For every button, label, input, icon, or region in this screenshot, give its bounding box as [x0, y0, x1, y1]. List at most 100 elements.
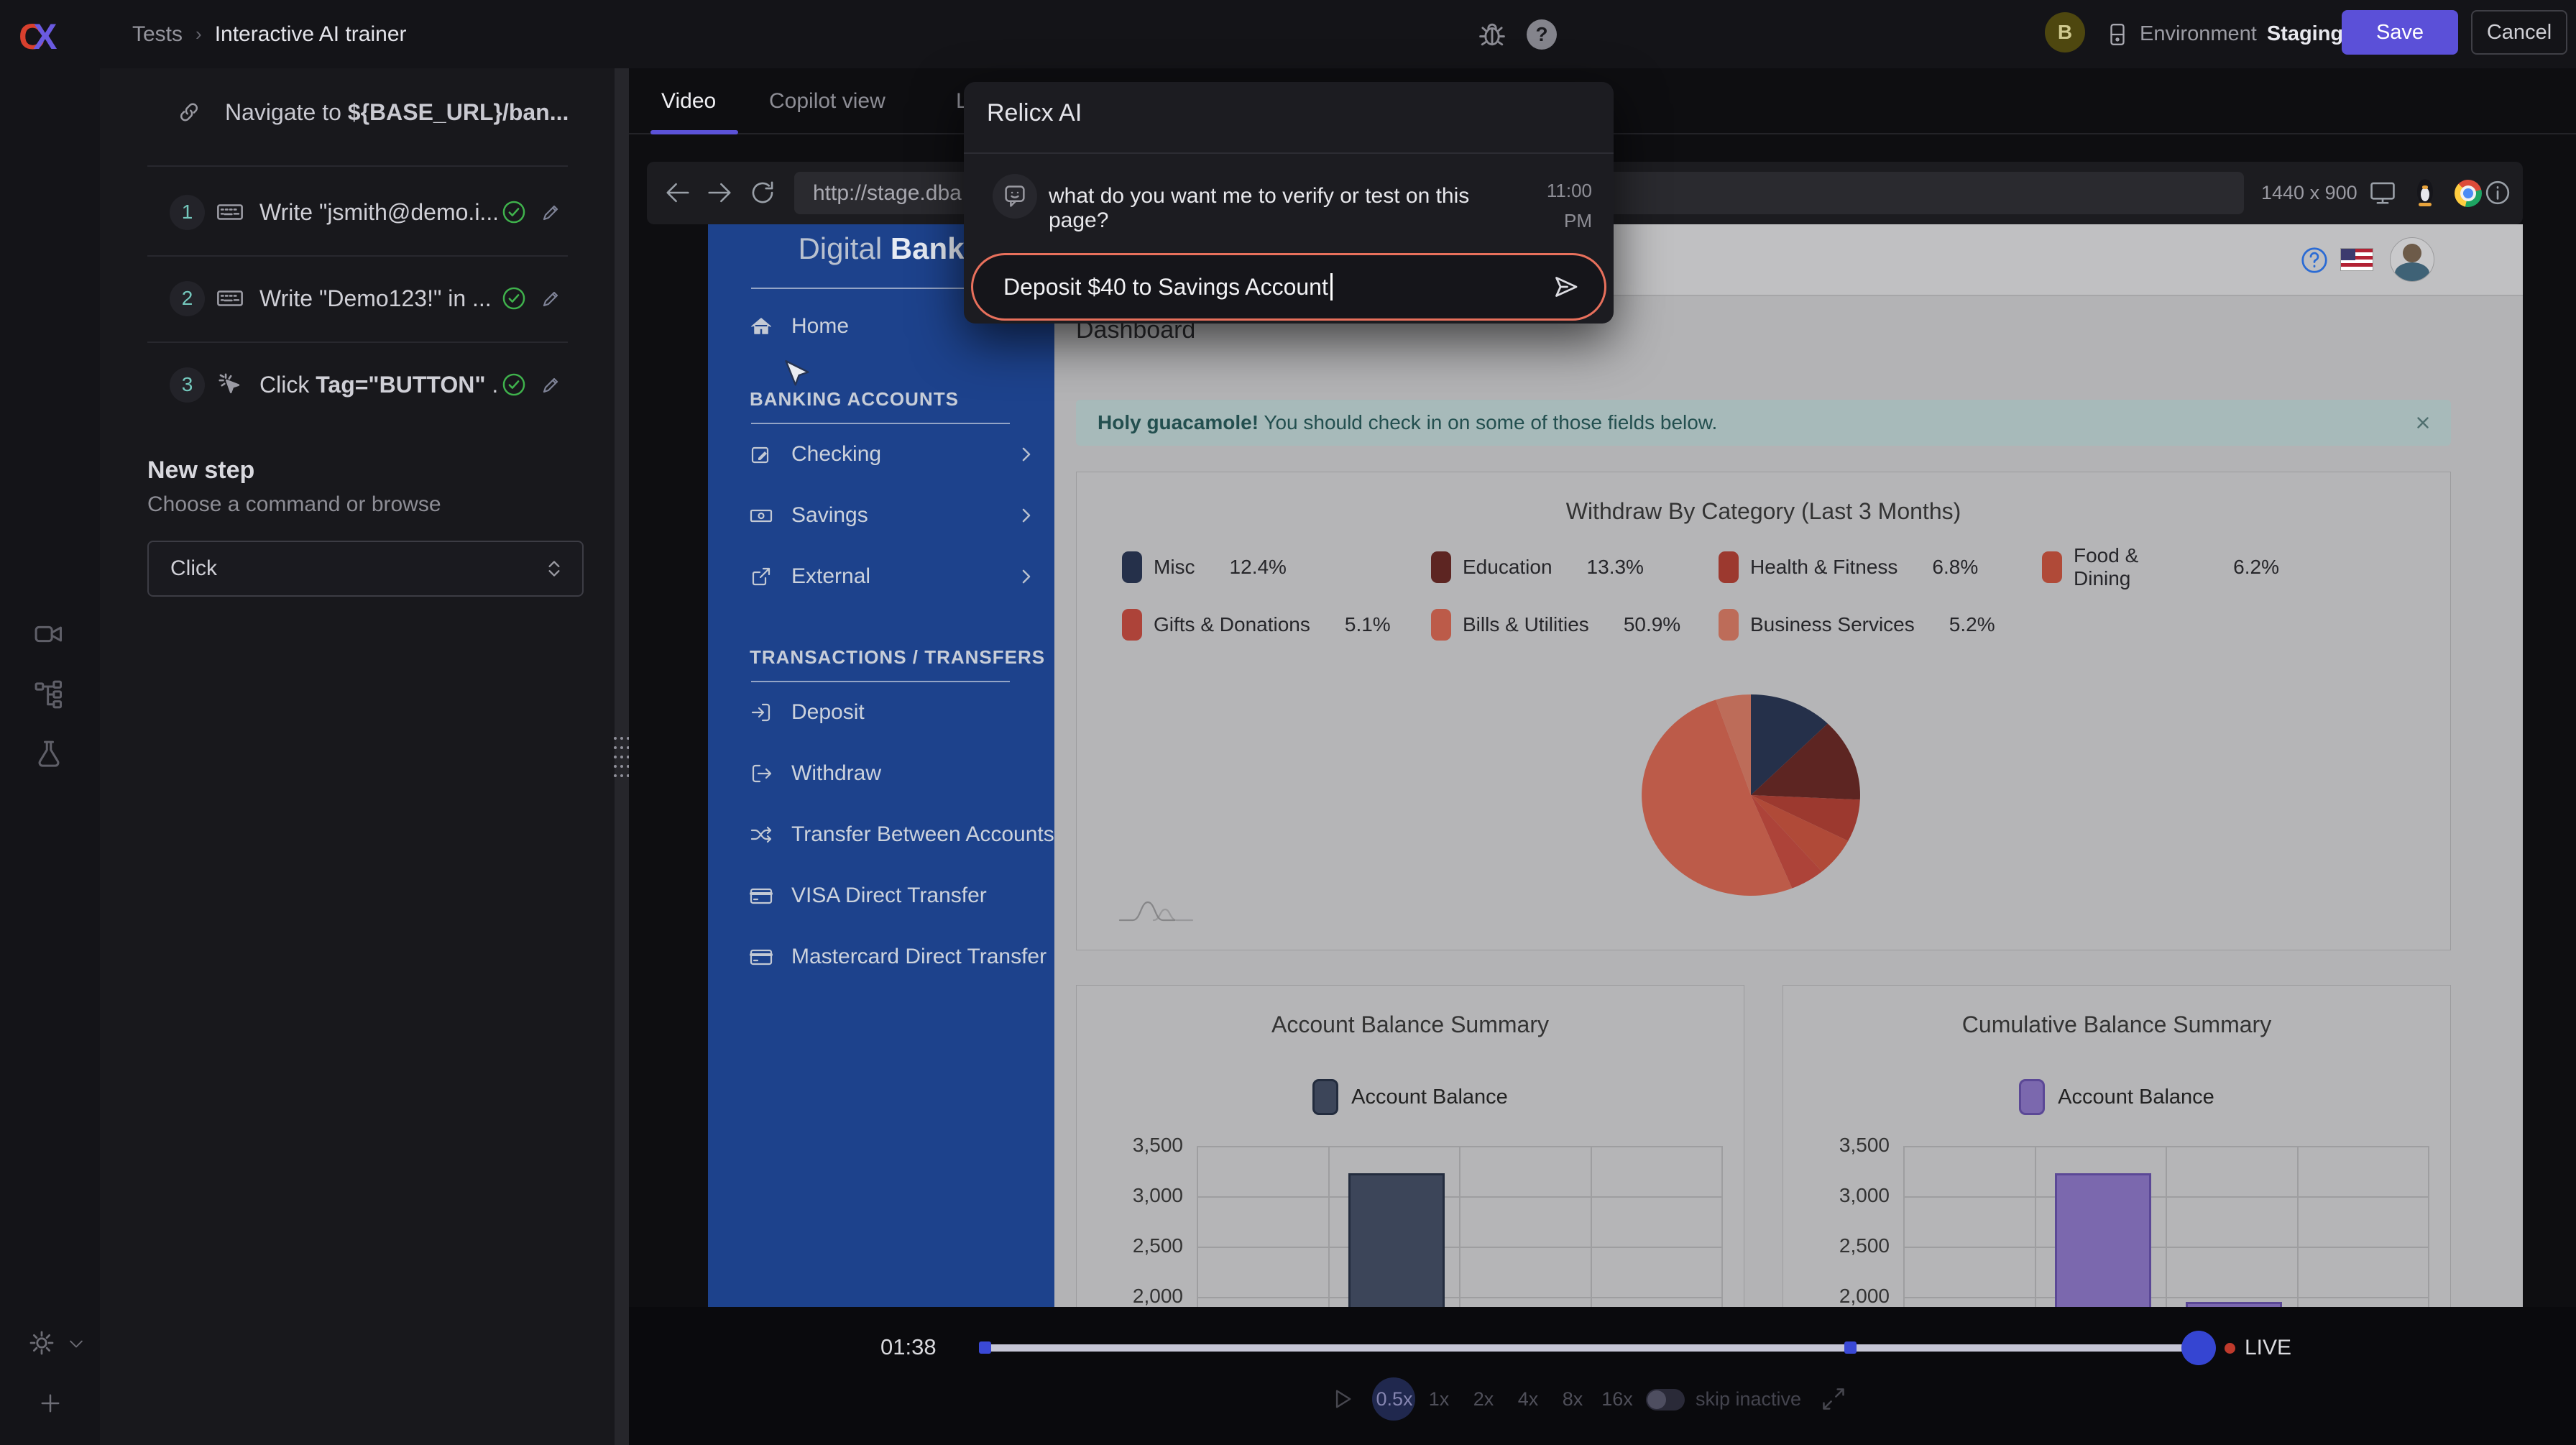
bug-icon[interactable]: [1477, 19, 1507, 50]
back-icon[interactable]: [664, 179, 691, 206]
sidebar-item-savings[interactable]: Savings: [708, 494, 1054, 537]
sidebar-item-label: Home: [791, 314, 849, 339]
speed-1x[interactable]: 1x: [1417, 1379, 1461, 1419]
step-row[interactable]: 1Write "jsmith@demo.i...: [100, 169, 615, 255]
sidebar-item-label: Checking: [791, 442, 881, 467]
sidebar-item-label: Mastercard Direct Transfer: [791, 945, 1046, 969]
speed-8x[interactable]: 8x: [1550, 1379, 1595, 1419]
breadcrumb-separator: ›: [196, 23, 202, 45]
breadcrumb-tests-link[interactable]: Tests: [132, 22, 183, 47]
bar-legend[interactable]: Account Balance: [1783, 1079, 2450, 1115]
sidebar-item-transfer-between-accounts[interactable]: Transfer Between Accounts: [708, 813, 1054, 856]
step-row[interactable]: 3Click Tag="BUTTON" ...: [100, 341, 615, 428]
speed-2x[interactable]: 2x: [1461, 1379, 1506, 1419]
chevron-right-icon: [1017, 445, 1036, 464]
keyboard-icon: [216, 198, 244, 226]
tab-copilot-view[interactable]: Copilot view: [769, 68, 886, 134]
legend-item[interactable]: Gifts & Donations5.1%: [1122, 609, 1431, 641]
save-button[interactable]: Save: [2342, 10, 2458, 55]
sidebar-item-withdraw[interactable]: Withdraw: [708, 752, 1054, 795]
navigate-step[interactable]: Navigate to ${BASE_URL}/ban...: [100, 81, 615, 143]
cumulative-balance-card: Cumulative Balance Summary Account Balanc…: [1782, 985, 2451, 1307]
gridline: [2035, 1146, 2036, 1307]
help-icon[interactable]: ?: [1527, 19, 1557, 50]
info-icon[interactable]: [2484, 179, 2511, 206]
gridline: [2297, 1146, 2299, 1307]
flask-icon[interactable]: [33, 739, 65, 771]
legend-item[interactable]: Food & Dining6.2%: [2042, 544, 2279, 590]
skip-inactive-toggle[interactable]: [1646, 1389, 1685, 1410]
avatar[interactable]: B: [2045, 12, 2085, 52]
step-label: Write "jsmith@demo.i...: [259, 199, 497, 226]
select-arrows-icon: [542, 556, 566, 581]
speed-0.5x[interactable]: 0.5x: [1372, 1379, 1417, 1419]
command-select-value: Click: [170, 556, 217, 581]
bank-user-avatar[interactable]: [2390, 237, 2434, 282]
monitor-icon[interactable]: [2369, 179, 2396, 206]
bank-help-icon[interactable]: [2300, 246, 2329, 275]
bar-value-1950[interactable]: [2186, 1302, 2282, 1307]
environment-selector[interactable]: Environment Staging: [2105, 0, 2343, 68]
play-icon[interactable]: [1330, 1386, 1356, 1412]
divider: [751, 423, 1010, 424]
drag-dots: [615, 737, 629, 777]
legend-item[interactable]: Health & Fitness6.8%: [1719, 544, 2042, 590]
legend-value: 5.2%: [1949, 613, 1995, 636]
send-icon[interactable]: [1551, 272, 1580, 301]
forward-icon[interactable]: [706, 179, 733, 206]
legend-item[interactable]: Education13.3%: [1431, 544, 1719, 590]
flow-tree-icon[interactable]: [33, 679, 65, 710]
fullscreen-icon[interactable]: [1821, 1386, 1846, 1412]
edit-pencil-icon[interactable]: [540, 201, 563, 224]
gridline: [2428, 1146, 2429, 1307]
edit-pencil-icon[interactable]: [540, 287, 563, 310]
command-select[interactable]: Click: [147, 541, 584, 597]
y-axis-tick: 2,500: [1783, 1234, 1890, 1257]
us-flag-icon[interactable]: [2341, 249, 2373, 270]
playback-track[interactable]: [983, 1344, 2208, 1352]
app-logo[interactable]: CX: [19, 16, 54, 58]
legend-label: Business Services: [1750, 613, 1915, 636]
bar-chart-title: Cumulative Balance Summary: [1783, 1012, 2450, 1038]
bar-value-3230[interactable]: [1348, 1173, 1445, 1307]
refresh-icon[interactable]: [749, 179, 776, 206]
y-axis-tick: 3,500: [1783, 1134, 1890, 1157]
close-icon[interactable]: [2414, 413, 2432, 432]
bar-value-3230[interactable]: [2055, 1173, 2151, 1307]
message-timestamp: 11:00PM: [1499, 175, 1592, 236]
sidebar-item-label: Deposit: [791, 700, 865, 725]
edit-pencil-icon[interactable]: [540, 373, 563, 396]
live-label[interactable]: LIVE: [2245, 1336, 2291, 1360]
chevron-down-icon[interactable]: [66, 1334, 86, 1354]
pie-chart-title: Withdraw By Category (Last 3 Months): [1077, 498, 2450, 525]
keyboard-icon: [216, 285, 244, 312]
add-button[interactable]: [37, 1390, 63, 1416]
panel-resize-handle[interactable]: [615, 68, 629, 1445]
sidebar-item-external[interactable]: External: [708, 555, 1054, 598]
legend-item[interactable]: Bills & Utilities50.9%: [1431, 609, 1719, 641]
speed-16x[interactable]: 16x: [1595, 1379, 1639, 1419]
legend-item[interactable]: Misc12.4%: [1122, 544, 1431, 590]
speed-4x[interactable]: 4x: [1506, 1379, 1550, 1419]
prompt-input[interactable]: Deposit $40 to Savings Account: [971, 253, 1606, 321]
gridline: [1721, 1146, 1723, 1307]
sidebar-section-header: BANKING ACCOUNTS: [750, 388, 959, 410]
sidebar-item-mastercard-direct-transfer[interactable]: Mastercard Direct Transfer: [708, 935, 1054, 978]
bar-legend[interactable]: Account Balance: [1077, 1079, 1744, 1115]
playback-controls: 0.5x1x2x4x8x16x skip inactive: [629, 1379, 2576, 1422]
legend-item[interactable]: Business Services 5.2%: [1719, 609, 1999, 641]
video-camera-icon[interactable]: [33, 618, 65, 650]
step-row[interactable]: 2Write "Demo123!" in ...: [100, 255, 615, 341]
legend-label: Bills & Utilities: [1463, 613, 1589, 636]
sidebar-item-visa-direct-transfer[interactable]: VISA Direct Transfer: [708, 874, 1054, 917]
gear-icon[interactable]: [27, 1329, 56, 1357]
playhead-knob[interactable]: [2181, 1331, 2216, 1365]
tab-video[interactable]: Video: [661, 68, 716, 134]
track-start-marker[interactable]: [979, 1341, 991, 1354]
test-steps-panel: Navigate to ${BASE_URL}/ban... 1Write "j…: [100, 68, 615, 1445]
legend-swatch: [2019, 1079, 2045, 1115]
sidebar-item-deposit[interactable]: Deposit: [708, 691, 1054, 734]
track-step-marker[interactable]: [1844, 1341, 1857, 1354]
sidebar-item-checking[interactable]: Checking: [708, 433, 1054, 476]
cancel-button[interactable]: Cancel: [2471, 10, 2567, 55]
